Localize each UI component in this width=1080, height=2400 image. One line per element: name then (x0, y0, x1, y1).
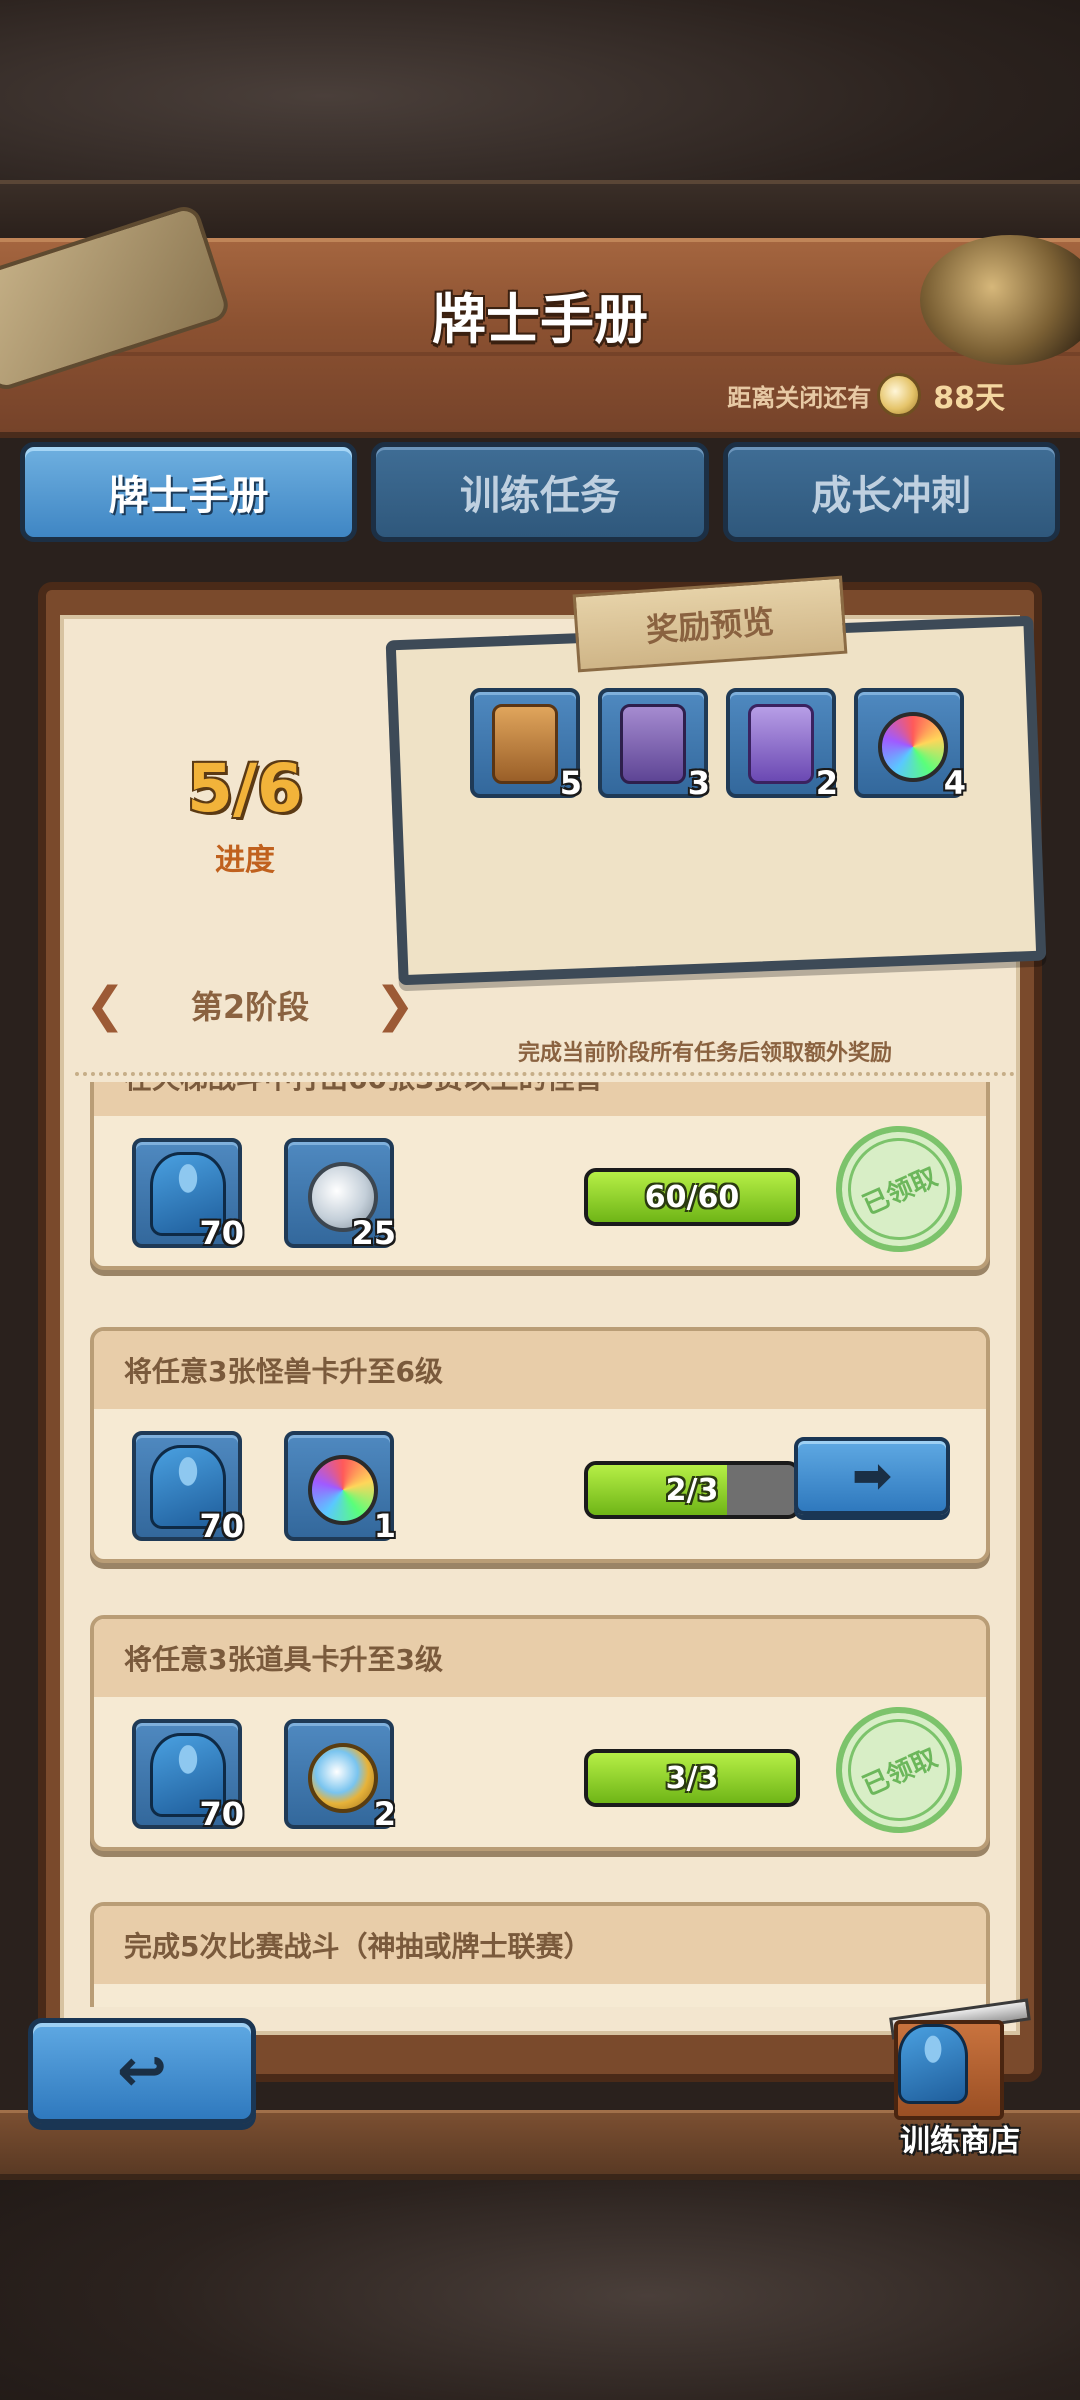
back-button[interactable]: ↩ (28, 2018, 256, 2124)
gold-orb-art (308, 1743, 378, 1813)
item-count: 5 (559, 764, 582, 802)
progress-bar: 60/60 (584, 1168, 800, 1226)
reward-count: 25 (351, 1214, 396, 1252)
task-body: 70 2 3/3 已领取 (94, 1686, 986, 1854)
gold-orb-icon[interactable]: 2 (284, 1719, 396, 1833)
close-timer: 距离关闭还有 88天 (727, 370, 1005, 420)
progress-bar: 3/3 (584, 1749, 800, 1807)
item-count: 2 (815, 764, 838, 802)
task-list[interactable]: 在天梯战斗中打出60张3费以上的怪兽 70 25 60/60 已领取 将任意3张… (75, 1082, 1015, 2007)
trainer-shop-icon (898, 2024, 968, 2104)
task-card: 完成5次比赛战斗（神抽或牌士联赛） (90, 1902, 990, 2007)
bronze-chest-icon[interactable]: 5 (470, 688, 582, 802)
stage-label: 第2阶段 (190, 988, 310, 1026)
task-body: 70 1 2/3 ➡ (94, 1409, 986, 1559)
bronze-chest-art (492, 704, 558, 784)
claimed-stamp: 已领取 (815, 1686, 983, 1854)
reward-count: 1 (373, 1507, 396, 1545)
tab-bar: 牌士手册 训练任务 成长冲刺 (20, 442, 1060, 542)
epic-chest-icon[interactable]: 2 (726, 688, 838, 802)
progress-text: 2/3 (665, 1472, 719, 1508)
stage-progress: 5/6 进度 (140, 750, 350, 879)
shop-label: 训练商店 (900, 2124, 1020, 2159)
back-arrow-icon: ↩ (116, 2036, 168, 2106)
training-shop-button[interactable]: 训练商店 (880, 1998, 1040, 2159)
rainbow-orb-icon[interactable]: 1 (284, 1431, 396, 1545)
reward-count: 70 (199, 1507, 244, 1545)
hourglass-icon (877, 373, 922, 417)
reward-count: 2 (373, 1795, 396, 1833)
task-title: 将任意3张道具卡升至3级 (94, 1619, 986, 1697)
dotted-divider (75, 1072, 1015, 1076)
timer-value: 88天 (933, 381, 1005, 416)
silver-orb-icon[interactable]: 25 (284, 1138, 396, 1252)
trainer-token-icon[interactable]: 70 (132, 1719, 244, 1833)
stage-navigator: ❮ 第2阶段 ❯ (85, 975, 415, 1035)
claimed-stamp: 已领取 (815, 1105, 983, 1273)
item-count: 3 (687, 764, 710, 802)
task-title: 完成5次比赛战斗（神抽或牌士联赛） (94, 1906, 986, 1984)
tab-handbook[interactable]: 牌士手册 (20, 442, 358, 542)
chevron-right-icon[interactable]: ❯ (375, 981, 415, 1029)
shop-sign (894, 2020, 1004, 2120)
task-title: 在天梯战斗中打出60张3费以上的怪兽 (94, 1082, 986, 1116)
chevron-left-icon[interactable]: ❮ (85, 981, 125, 1029)
task-title: 将任意3张怪兽卡升至6级 (94, 1331, 986, 1409)
task-card: 将任意3张道具卡升至3级 70 2 3/3 已领取 (90, 1615, 990, 1854)
reward-count: 70 (199, 1214, 244, 1252)
progress-text: 60/60 (644, 1179, 740, 1215)
progress-value: 5/6 (187, 750, 303, 827)
purple-chest-art (620, 704, 686, 784)
task-body: 70 25 60/60 已领取 (94, 1105, 986, 1273)
task-card: 在天梯战斗中打出60张3费以上的怪兽 70 25 60/60 已领取 (90, 1082, 990, 1273)
go-button[interactable]: ➡ (794, 1437, 950, 1515)
rainbow-orb-art (878, 712, 948, 782)
trainer-token-icon[interactable]: 70 (132, 1138, 244, 1252)
task-card: 将任意3张怪兽卡升至6级 70 1 2/3 ➡ (90, 1327, 990, 1563)
tab-training-tasks[interactable]: 训练任务 (371, 442, 709, 542)
page-title: 牌士手册 (432, 288, 648, 351)
progress-label: 进度 (215, 843, 275, 878)
item-count: 4 (943, 764, 966, 802)
epic-chest-art (748, 704, 814, 784)
rainbow-orb-icon[interactable]: 4 (854, 688, 966, 802)
arrow-right-icon: ➡ (851, 1448, 893, 1504)
timer-label: 距离关闭还有 (727, 383, 872, 412)
progress-bar: 2/3 (584, 1461, 800, 1519)
progress-text: 3/3 (665, 1760, 719, 1796)
reward-count: 70 (199, 1795, 244, 1833)
trainer-token-icon[interactable]: 70 (132, 1431, 244, 1545)
purple-chest-icon[interactable]: 3 (598, 688, 710, 802)
reward-preview-items: 5 3 2 4 (470, 688, 970, 802)
stage-note: 完成当前阶段所有任务后领取额外奖励 (517, 1041, 892, 1066)
tab-growth-sprint[interactable]: 成长冲刺 (722, 442, 1060, 542)
task-body (94, 1984, 986, 2007)
rainbow-orb-art (308, 1455, 378, 1525)
